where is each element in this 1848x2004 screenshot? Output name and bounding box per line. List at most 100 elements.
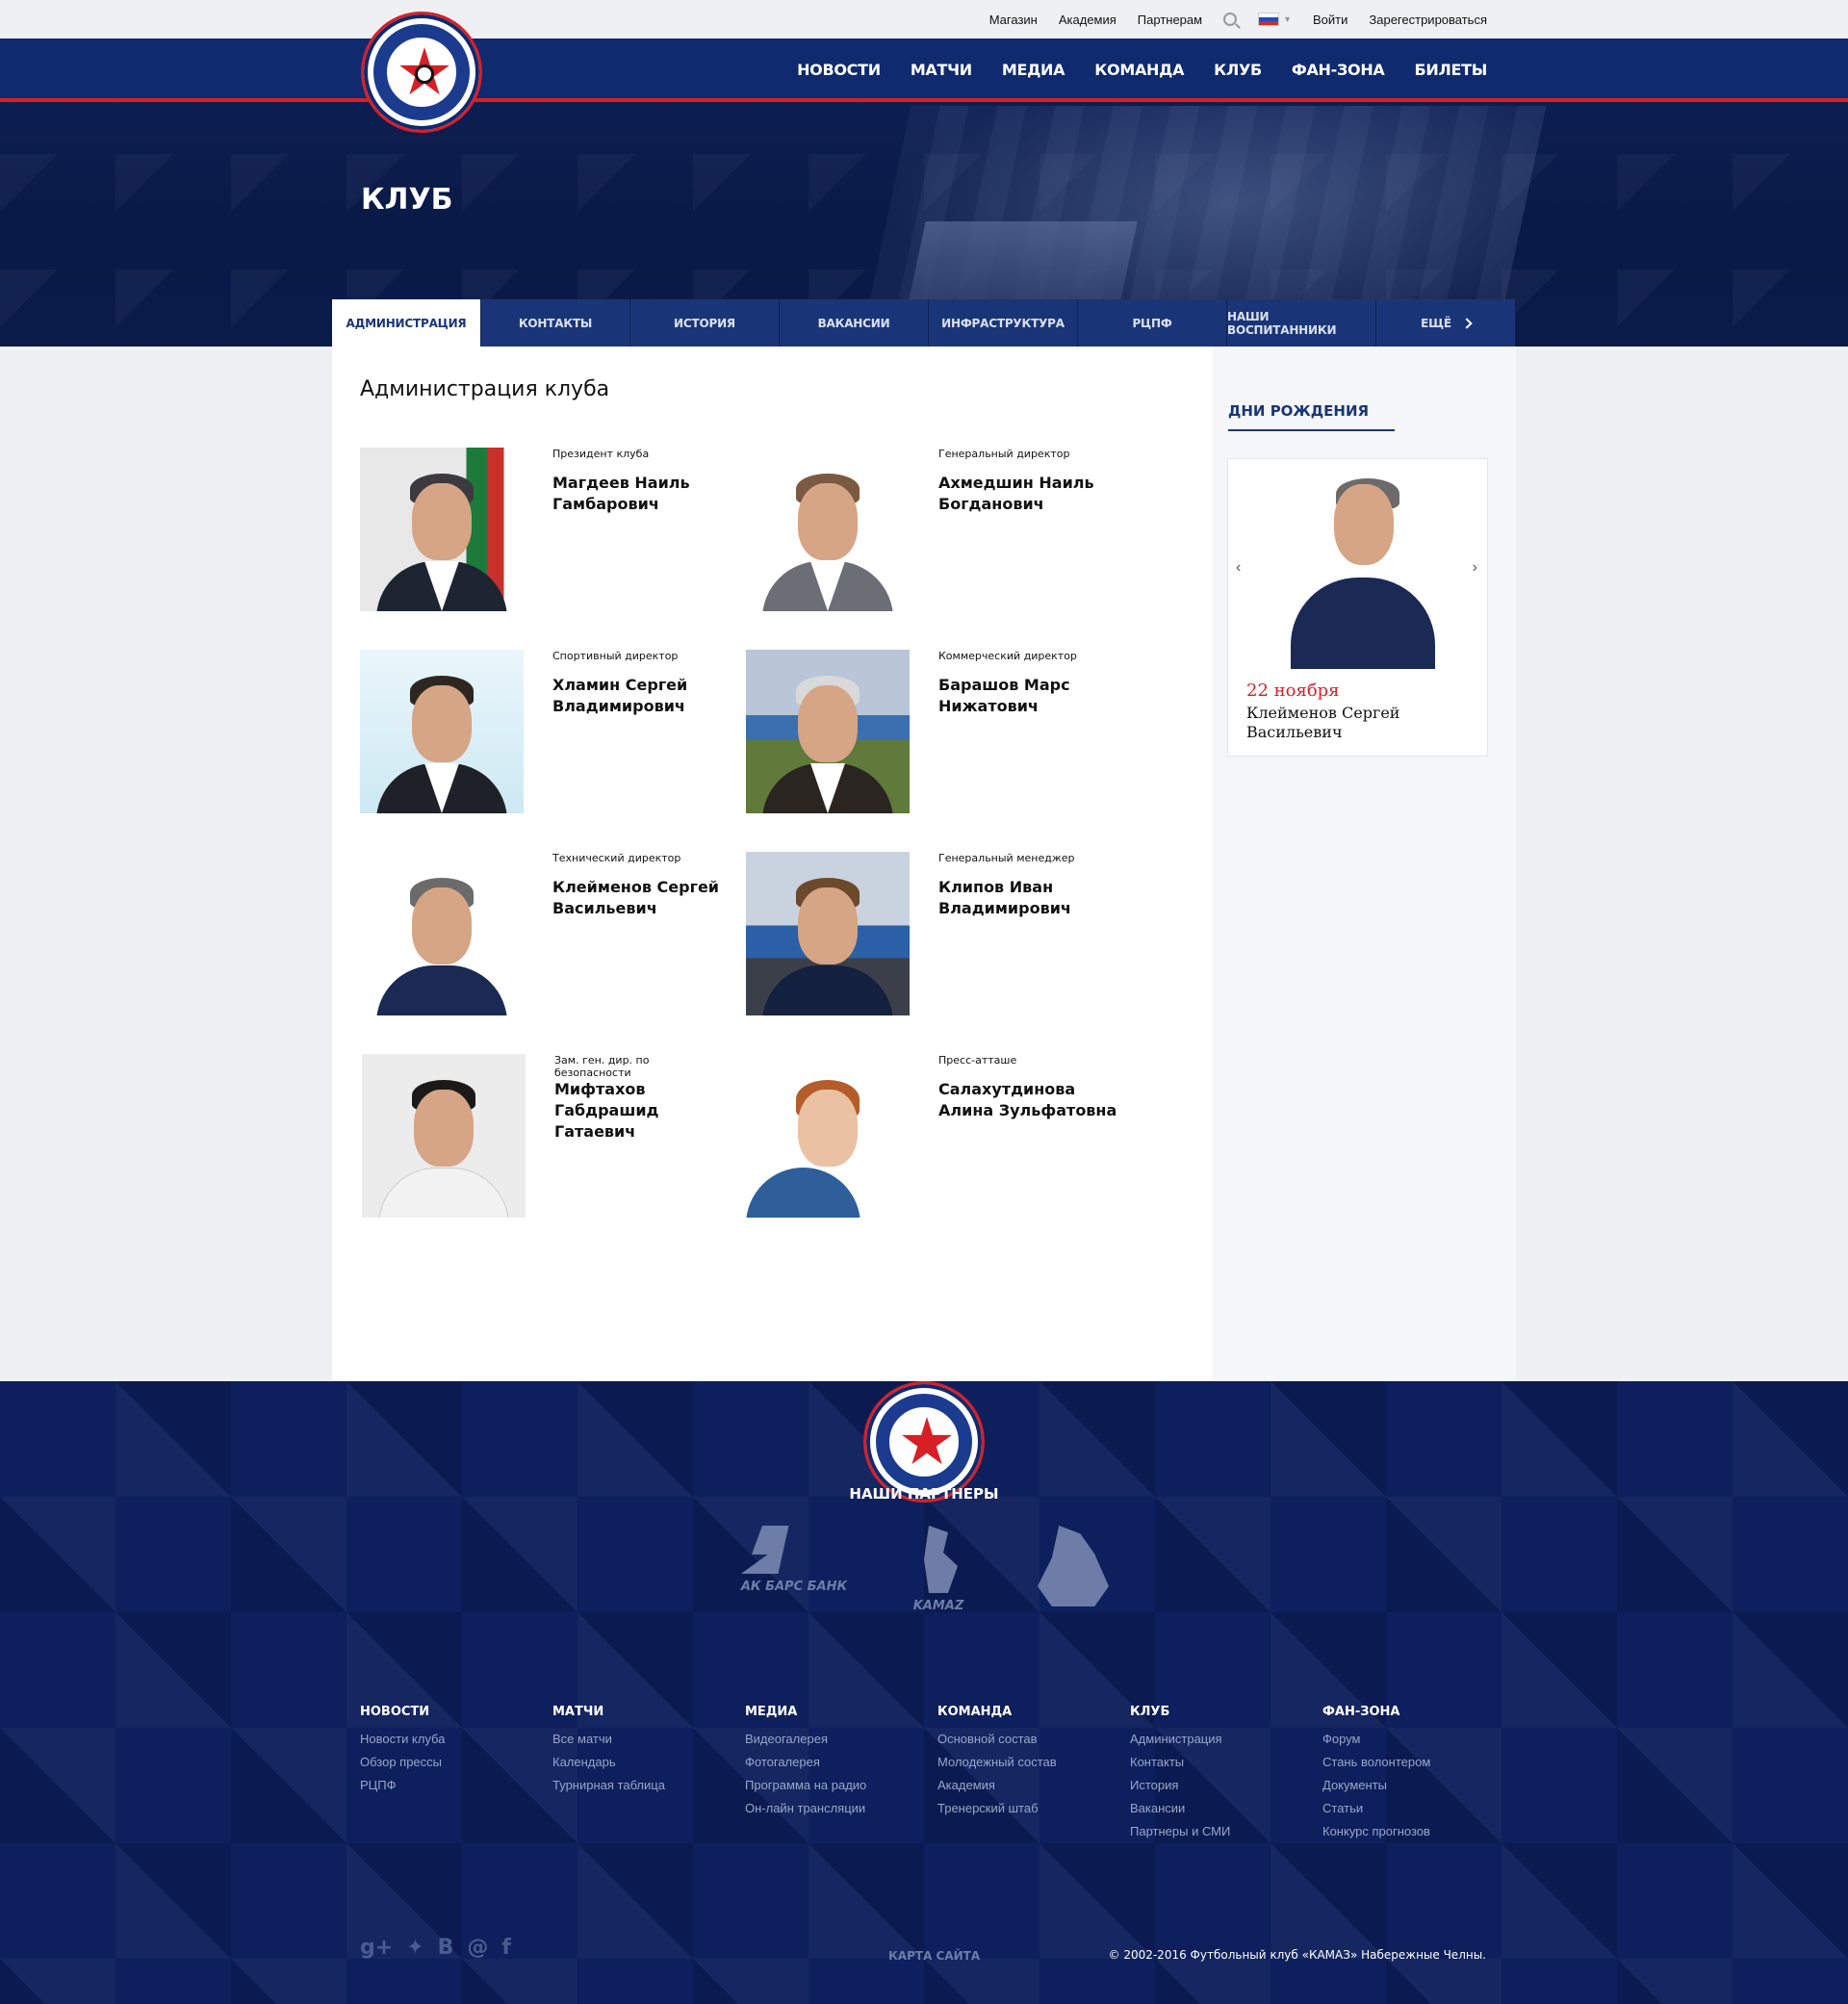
city-emblem-icon [1038, 1526, 1109, 1606]
footer-col-title: НОВОСТИ [360, 1705, 430, 1719]
person-name: Магдеев Наиль Гамбарович [552, 474, 690, 513]
vk-icon[interactable]: В [438, 1936, 454, 1960]
carousel-next-icon[interactable]: › [1473, 559, 1477, 577]
person-card[interactable]: Пресс-атташе Салахутдинова Алина Зульфат… [746, 1054, 1116, 1218]
nav-news[interactable]: НОВОСТИ [797, 39, 881, 102]
person-role: Президент клуба [552, 448, 650, 460]
partner-city[interactable] [1035, 1526, 1112, 1612]
footer-link[interactable]: Документы [1322, 1774, 1515, 1797]
footer-link[interactable]: Все матчи [552, 1728, 745, 1751]
language-selector[interactable]: ▼ [1258, 13, 1292, 26]
sitemap-link[interactable]: КАРТА САЙТА [888, 1949, 980, 1963]
register-link[interactable]: Зарегестрироваться [1369, 13, 1487, 27]
person-card[interactable]: Генеральный менеджер Клипов Иван Владими… [746, 852, 1112, 1015]
footer-col-title: МЕДИА [745, 1705, 798, 1719]
footer-link[interactable]: История [1130, 1774, 1322, 1797]
page-title: КЛУБ [361, 183, 453, 217]
birthday-card[interactable]: ‹ › 22 ноября Клейменов Сергей Васильеви… [1227, 458, 1488, 757]
tab-graduates[interactable]: НАШИ ВОСПИТАННИКИ [1227, 299, 1376, 347]
footer-link[interactable]: Академия [937, 1774, 1130, 1797]
partner-akbars[interactable]: АК БАРС БАНК [736, 1526, 852, 1594]
facebook-icon[interactable]: f [501, 1936, 511, 1960]
birthday-date: 22 ноября [1246, 681, 1340, 701]
nav-team[interactable]: КОМАНДА [1094, 39, 1184, 102]
footer-link[interactable]: Партнеры и СМИ [1130, 1820, 1322, 1843]
tab-vacancies[interactable]: ВАКАНСИИ [780, 299, 929, 347]
tab-contacts[interactable]: КОНТАКТЫ [481, 299, 630, 347]
footer-link[interactable]: Программа на радио [745, 1774, 937, 1797]
person-role: Пресс-атташе [938, 1054, 1017, 1066]
footer-col-fanzone: ФАН-ЗОНА Форум Стань волонтером Документ… [1322, 1705, 1515, 1843]
footer-link[interactable]: Видеогалерея [745, 1728, 937, 1751]
russian-flag-icon [1258, 13, 1280, 26]
footer-link[interactable]: Календарь [552, 1751, 745, 1774]
footer-link[interactable]: Тренерский штаб [937, 1797, 1130, 1820]
tab-history[interactable]: ИСТОРИЯ [630, 299, 780, 347]
partner-kamaz[interactable]: KAMAZ [900, 1526, 977, 1613]
footer-col-title: МАТЧИ [552, 1705, 604, 1719]
google-plus-icon[interactable]: g+ [360, 1936, 393, 1960]
footer-col-club: КЛУБ Администрация Контакты История Вака… [1130, 1705, 1322, 1843]
tab-rcpf[interactable]: РЦПФ [1078, 299, 1227, 347]
footer-link[interactable]: РЦПФ [360, 1774, 552, 1797]
footer-link[interactable]: Он-лайн трансляции [745, 1797, 937, 1820]
footer-columns: НОВОСТИ Новости клуба Обзор прессы РЦПФ … [360, 1705, 1515, 1843]
person-photo [360, 852, 524, 1015]
logo-ball-icon [415, 64, 434, 84]
birthday-name: Клейменов Сергей Васильевич [1246, 704, 1400, 741]
top-link-academy[interactable]: Академия [1059, 13, 1116, 27]
footer-link[interactable]: Турнирная таблица [552, 1774, 745, 1797]
footer-link[interactable]: Контакты [1130, 1751, 1322, 1774]
person-card[interactable]: Коммерческий директор Барашов Марс Нижат… [746, 650, 1112, 813]
nav-club[interactable]: КЛУБ [1214, 39, 1262, 102]
person-photo [360, 448, 524, 611]
footer-link[interactable]: Основной состав [937, 1728, 1130, 1751]
carousel-prev-icon[interactable]: ‹ [1236, 559, 1241, 577]
person-role: Спортивный директор [552, 650, 679, 662]
footer-link[interactable]: Вакансии [1130, 1797, 1322, 1820]
twitter-icon[interactable]: ✦ [406, 1936, 424, 1960]
person-photo [362, 1054, 526, 1218]
footer-col-team: КОМАНДА Основной состав Молодежный соста… [937, 1705, 1130, 1843]
footer-link[interactable]: Молодежный состав [937, 1751, 1130, 1774]
person-card[interactable]: Зам. ген. дир. по безопасности Мифтахов … [360, 1054, 726, 1218]
section-heading: Администрация клуба [360, 377, 610, 401]
footer-link[interactable]: Новости клуба [360, 1728, 552, 1751]
club-tabs: АДМИНИСТРАЦИЯ КОНТАКТЫ ИСТОРИЯ ВАКАНСИИ … [332, 299, 1516, 347]
nav-matches[interactable]: МАТЧИ [911, 39, 972, 102]
tab-administration[interactable]: АДМИНИСТРАЦИЯ [332, 299, 481, 347]
birthdays-title: ДНИ РОЖДЕНИЯ [1228, 402, 1395, 431]
main-nav: НОВОСТИ МАТЧИ МЕДИА КОМАНДА КЛУБ ФАН-ЗОН… [797, 39, 1487, 102]
mail-icon[interactable]: @ [467, 1936, 488, 1960]
footer: НАШИ ПАРТНЕРЫ АК БАРС БАНК KAMAZ НОВОСТИ… [0, 1381, 1848, 2004]
partners-title: НАШИ ПАРТНЕРЫ [849, 1485, 999, 1503]
person-card[interactable]: Спортивный директор Хламин Сергей Владим… [360, 650, 726, 813]
footer-link[interactable]: Администрация [1130, 1728, 1322, 1751]
top-link-shop[interactable]: Магазин [989, 13, 1038, 27]
nav-fanzone[interactable]: ФАН-ЗОНА [1292, 39, 1385, 102]
tab-more[interactable]: ЕЩЁ [1376, 299, 1516, 347]
footer-link[interactable]: Форум [1322, 1728, 1515, 1751]
person-card[interactable]: Генеральный директор Ахмедшин Наиль Богд… [746, 448, 1112, 611]
person-photo [746, 852, 910, 1015]
partner-name: KAMAZ [912, 1599, 964, 1613]
footer-link[interactable]: Статьи [1322, 1797, 1515, 1820]
nav-media[interactable]: МЕДИА [1002, 39, 1065, 102]
person-role: Коммерческий директор [938, 650, 1077, 662]
chevron-down-icon: ▼ [1283, 14, 1292, 24]
footer-link[interactable]: Фотогалерея [745, 1751, 937, 1774]
footer-link[interactable]: Конкурс прогнозов [1322, 1820, 1515, 1843]
club-logo[interactable] [361, 12, 482, 133]
person-card[interactable]: Технический директор Клейменов Сергей Ва… [360, 852, 726, 1015]
main-content: Администрация клуба Президент клуба Магд… [332, 347, 1213, 1410]
person-card[interactable]: Президент клуба Магдеев Наиль Гамбарович [360, 448, 726, 611]
top-link-partners[interactable]: Партнерам [1138, 13, 1202, 27]
login-link[interactable]: Войти [1313, 13, 1348, 27]
search-icon[interactable] [1223, 13, 1238, 26]
social-links: g+ ✦ В @ f [360, 1936, 511, 1960]
nav-tickets[interactable]: БИЛЕТЫ [1415, 39, 1488, 102]
footer-link[interactable]: Обзор прессы [360, 1751, 552, 1774]
tab-infrastructure[interactable]: ИНФРАСТРУКТУРА [929, 299, 1078, 347]
footer-link[interactable]: Стань волонтером [1322, 1751, 1515, 1774]
footer-col-title: КОМАНДА [937, 1705, 1013, 1719]
